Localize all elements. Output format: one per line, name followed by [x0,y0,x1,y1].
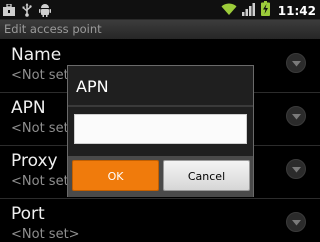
ok-button[interactable]: OK [72,160,159,191]
chevron-down-icon [286,212,306,232]
chevron-down-icon [286,106,306,126]
chevron-down-icon [286,53,306,73]
list-item-title: Name [11,45,62,65]
signal-icon [241,1,256,20]
apn-input[interactable] [74,114,247,144]
list-item-title: Port [11,204,45,224]
status-bar: 11:42 [0,0,320,20]
usb-icon [22,2,32,21]
android-icon [39,2,51,21]
system-icons: 11:42 [221,1,316,20]
cancel-button[interactable]: Cancel [163,160,250,191]
chevron-down-icon [286,159,306,179]
notification-icons [3,2,51,21]
briefcase-icon [3,2,15,21]
list-item-title: Proxy [11,151,58,171]
list-item-port[interactable]: Port <Not set> [0,199,320,242]
apn-dialog: APN OK Cancel [67,65,254,197]
list-item-title: APN [11,98,46,118]
page-title: Edit access point [0,20,320,39]
battery-charging-icon [260,1,270,20]
dialog-button-bar: OK Cancel [68,156,253,197]
clock: 11:42 [277,3,316,18]
dialog-divider [68,105,253,107]
dialog-title: APN [76,77,109,96]
wifi-icon [221,1,237,20]
